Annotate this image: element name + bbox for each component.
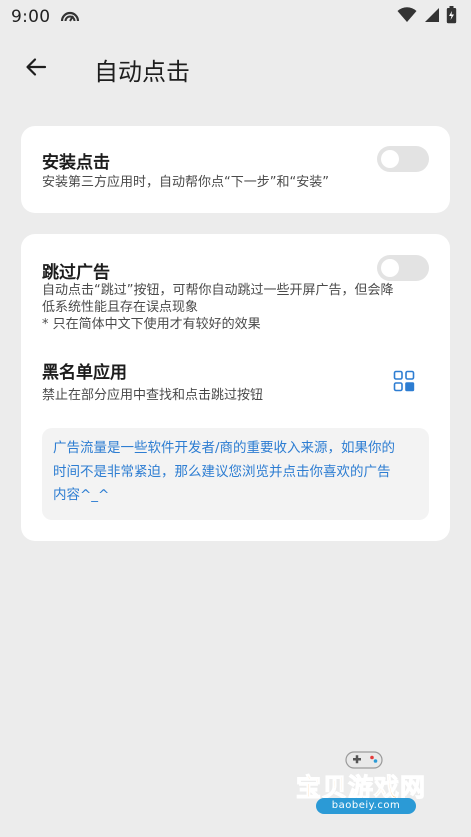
apps-grid-icon[interactable] bbox=[393, 370, 415, 392]
skip-ad-description-line1: 自动点击“跳过”按钮，可帮你自动跳过一些开屏广告，但会降 bbox=[42, 283, 394, 298]
install-click-card: 安装点击 安装第三方应用时，自动帮你点“下一步”和“安装” bbox=[21, 126, 450, 213]
ad-notice-line3: 内容^_^ bbox=[53, 487, 110, 503]
install-click-toggle[interactable] bbox=[377, 146, 429, 172]
skip-ad-description-line2: 低系统性能且存在误点现象 bbox=[42, 300, 199, 315]
ad-notice: 广告流量是一些软件开发者/商的重要收入来源，如果你的 时间不是非常紧迫，那么建议… bbox=[42, 428, 429, 520]
status-bar: 9:00 bbox=[0, 0, 471, 34]
watermark: 宝贝游戏网 baobeiy.com bbox=[295, 748, 446, 826]
arrow-left-icon bbox=[24, 55, 48, 83]
cell-signal-icon bbox=[423, 7, 440, 27]
wifi-icon bbox=[397, 7, 417, 27]
toggle-knob bbox=[381, 259, 399, 277]
skip-ad-title: 跳过广告 bbox=[42, 263, 110, 283]
toggle-knob bbox=[381, 150, 399, 168]
blacklist-description: 禁止在部分应用中查找和点击跳过按钮 bbox=[42, 388, 264, 403]
ad-notice-line1: 广告流量是一些软件开发者/商的重要收入来源，如果你的 bbox=[53, 440, 396, 456]
skip-ad-card: 跳过广告 自动点击“跳过”按钮，可帮你自动跳过一些开屏广告，但会降 低系统性能且… bbox=[21, 234, 450, 541]
ad-notice-line2: 时间不是非常紧迫，那么建议您浏览并点击你喜欢的广告 bbox=[53, 463, 391, 480]
skip-ad-toggle[interactable] bbox=[377, 255, 429, 281]
back-button[interactable] bbox=[16, 49, 56, 89]
battery-charging-icon bbox=[446, 6, 457, 28]
status-time: 9:00 bbox=[11, 7, 51, 27]
page-title: 自动点击 bbox=[94, 57, 190, 86]
gauge-icon bbox=[60, 8, 80, 27]
app-bar: 自动点击 bbox=[0, 40, 471, 98]
install-click-description: 安装第三方应用时，自动帮你点“下一步”和“安装” bbox=[42, 175, 329, 190]
blacklist-title: 黑名单应用 bbox=[42, 363, 127, 383]
skip-ad-note: * 只在简体中文下使用才有较好的效果 bbox=[42, 317, 261, 332]
install-click-title: 安装点击 bbox=[42, 153, 110, 173]
watermark-url: baobeiy.com bbox=[316, 798, 416, 814]
